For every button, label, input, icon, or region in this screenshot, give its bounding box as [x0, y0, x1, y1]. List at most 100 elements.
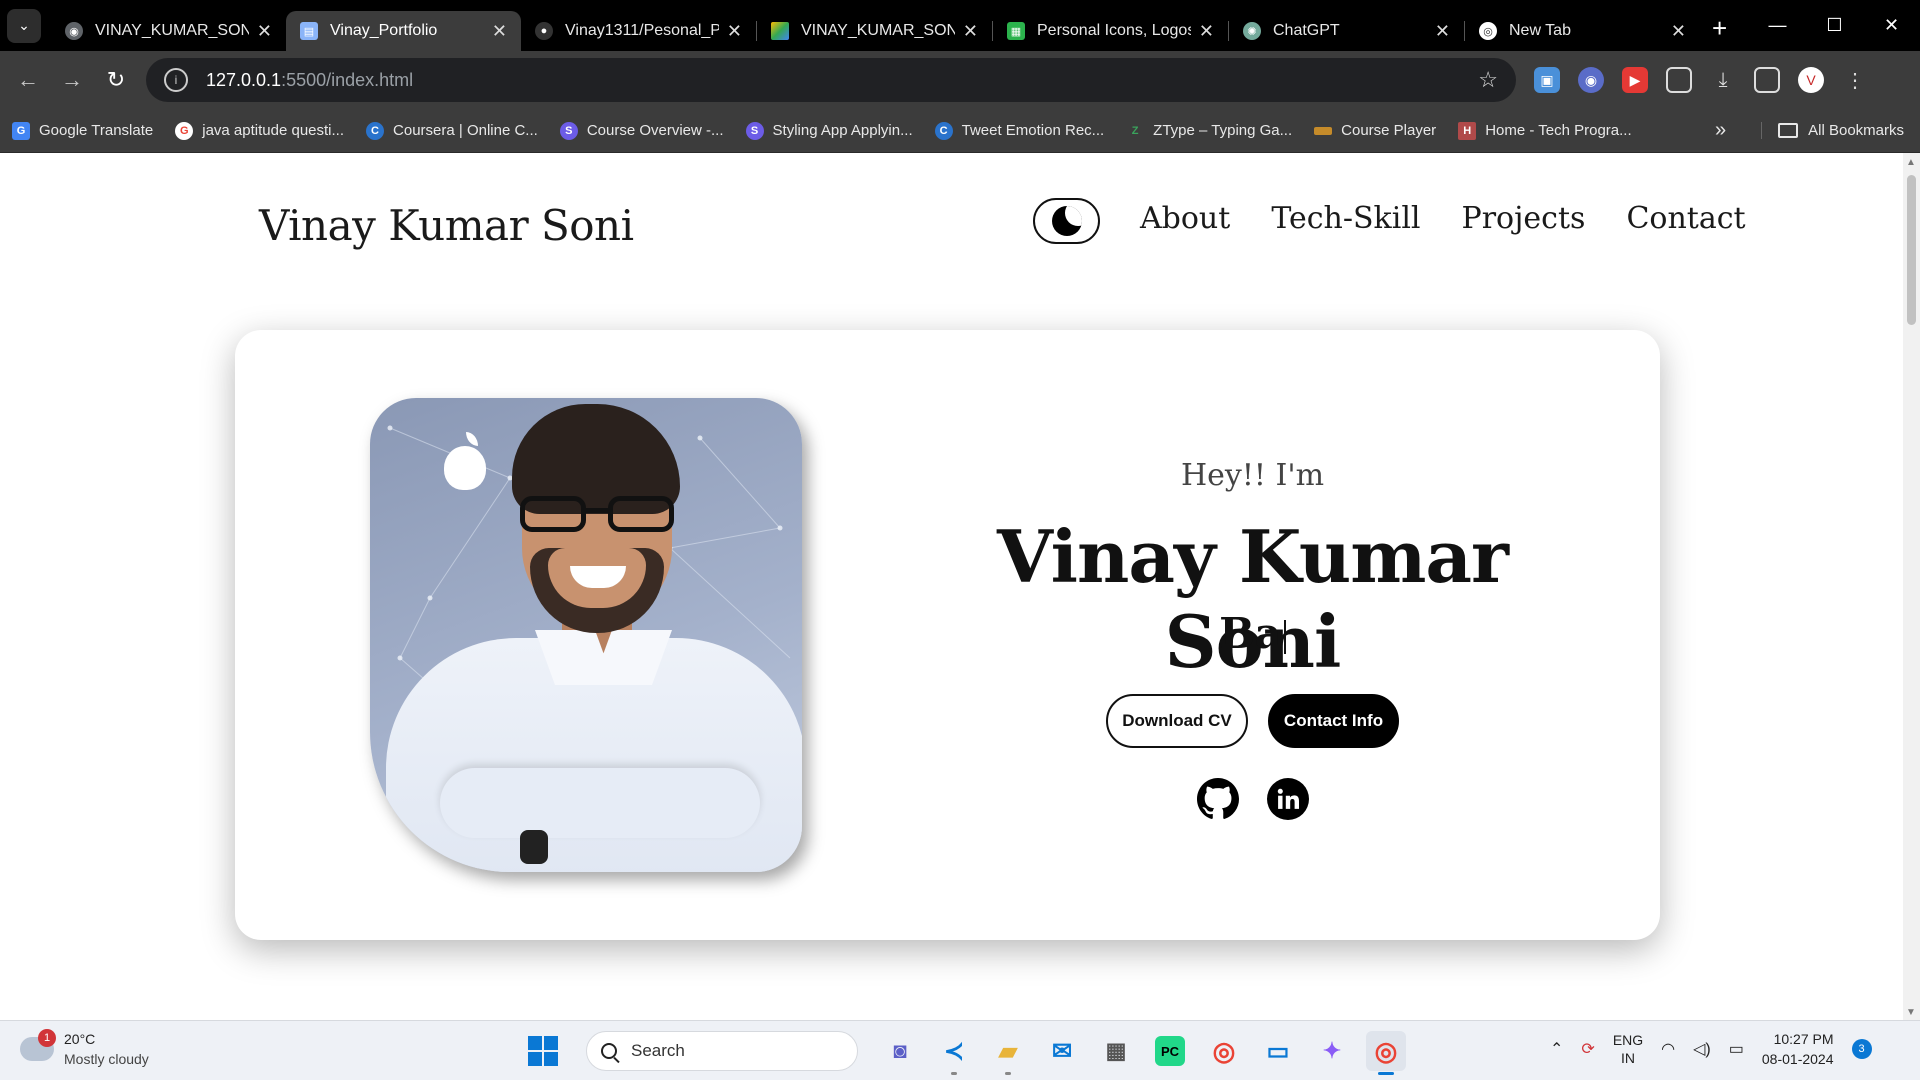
nav-link-projects[interactable]: Projects: [1462, 201, 1586, 236]
tab-search-button[interactable]: ⌄: [7, 8, 41, 43]
sync-icon[interactable]: ⟳: [1581, 1039, 1594, 1059]
chevron-down-icon: ⌄: [18, 17, 30, 33]
site-header: Vinay Kumar Soni About Tech-Skill Projec…: [0, 153, 1903, 293]
apple-logo-icon: [444, 446, 486, 490]
reload-button[interactable]: ↻: [94, 58, 138, 102]
tab-new-tab[interactable]: ◎ New Tab ✕: [1465, 11, 1700, 51]
volume-icon[interactable]: ◁): [1693, 1039, 1711, 1059]
taskbar-clock[interactable]: 10:27 PM 08-01-2024: [1762, 1029, 1834, 1069]
page-icon: ▤: [300, 22, 318, 40]
windows-start-icon[interactable]: [528, 1036, 558, 1066]
battery-icon[interactable]: ▭: [1729, 1039, 1744, 1059]
bookmark-tweet-emotion[interactable]: C Tweet Emotion Rec...: [934, 121, 1105, 140]
chevron-up-icon[interactable]: ⌃: [1550, 1039, 1563, 1059]
calculator-icon[interactable]: ▦: [1096, 1031, 1136, 1071]
bookmark-ztype[interactable]: Z ZType – Typing Ga...: [1126, 122, 1292, 140]
close-icon[interactable]: ✕: [492, 21, 507, 42]
bookmark-course-player[interactable]: Course Player: [1314, 122, 1436, 139]
side-panel-icon[interactable]: [1754, 67, 1780, 93]
bookmark-java-aptitude[interactable]: Gjava aptitude questi...: [175, 121, 344, 140]
scroll-up-icon[interactable]: ▲: [1906, 157, 1916, 168]
video-extension-icon[interactable]: ▶: [1622, 67, 1648, 93]
copilot-icon[interactable]: ✦: [1312, 1031, 1352, 1071]
remote-desktop-icon[interactable]: ▭: [1258, 1031, 1298, 1071]
download-cv-button[interactable]: Download CV: [1106, 694, 1248, 748]
site-logo[interactable]: Vinay Kumar Soni: [259, 201, 634, 250]
close-icon[interactable]: ✕: [963, 21, 978, 42]
weather-widget[interactable]: 1 20°C Mostly cloudy: [20, 1029, 149, 1069]
bookmarks-overflow-icon[interactable]: »: [1715, 119, 1726, 142]
reload-icon: ↻: [106, 67, 126, 92]
minimize-button[interactable]: —: [1749, 0, 1806, 51]
tab-github[interactable]: ● Vinay1311/Pesonal_P ✕: [521, 11, 756, 51]
bookmark-star-icon[interactable]: ☆: [1478, 67, 1498, 93]
nav-link-about[interactable]: About: [1140, 201, 1230, 236]
bookmark-tech-programs[interactable]: H Home - Tech Progra...: [1458, 121, 1632, 140]
bookmark-label: Tweet Emotion Rec...: [961, 122, 1105, 139]
chrome-icon: ◎: [1479, 22, 1497, 40]
bookmark-google-translate[interactable]: G Google Translate: [12, 121, 153, 140]
minimize-icon: —: [1768, 15, 1787, 35]
scroll-down-icon[interactable]: ▼: [1906, 1007, 1916, 1018]
profile-avatar[interactable]: V: [1798, 67, 1824, 93]
page-scrollbar[interactable]: ▲ ▼: [1903, 153, 1920, 1020]
close-icon[interactable]: ✕: [727, 21, 742, 42]
system-tray: ⌃ ⟳ ENG IN ◠ ◁) ▭ 10:27 PM 08-01-2024 3: [1550, 1029, 1872, 1069]
browser-extension-icon[interactable]: ◉: [1578, 67, 1604, 93]
theme-toggle-button[interactable]: [1033, 198, 1100, 244]
vscode-icon[interactable]: ≺: [934, 1031, 974, 1075]
tab-vinay-kumar-son-2[interactable]: VINAY_KUMAR_SON ✕: [757, 11, 992, 51]
plus-icon: +: [1712, 13, 1728, 43]
back-button[interactable]: ←: [6, 58, 50, 102]
github-icon[interactable]: [1196, 778, 1239, 820]
forward-button[interactable]: →: [50, 58, 94, 102]
cloud-icon: 1: [20, 1029, 56, 1061]
wifi-icon[interactable]: ◠: [1661, 1039, 1675, 1059]
close-window-button[interactable]: ✕: [1863, 0, 1920, 51]
coursera-icon: C: [366, 121, 385, 140]
close-icon[interactable]: ✕: [257, 21, 272, 42]
contact-info-button[interactable]: Contact Info: [1268, 694, 1399, 748]
tab-vinay-portfolio[interactable]: ▤ Vinay_Portfolio ✕: [286, 11, 521, 51]
puzzle-icon[interactable]: [1666, 67, 1692, 93]
close-icon: ✕: [1883, 15, 1900, 35]
close-icon[interactable]: ✕: [1199, 21, 1214, 42]
bookmark-coursera[interactable]: C Coursera | Online C...: [366, 121, 538, 140]
file-explorer-icon[interactable]: ▰: [988, 1031, 1028, 1075]
mail-icon[interactable]: ✉: [1042, 1031, 1082, 1071]
tab-strip: ⌄ ◉ VINAY_KUMAR_SON ✕ ▤ Vinay_Portfolio …: [0, 0, 1920, 51]
language-indicator[interactable]: ENG IN: [1613, 1031, 1643, 1067]
bookmark-styling-app[interactable]: S Styling App Applyin...: [745, 121, 913, 140]
github-icon: ●: [535, 22, 553, 40]
close-icon[interactable]: ✕: [1435, 21, 1450, 42]
bookmarks-bar: G Google Translate Gjava aptitude questi.…: [0, 109, 1920, 153]
nav-link-tech-skill[interactable]: Tech-Skill: [1271, 201, 1420, 236]
download-icon[interactable]: ⤓: [1710, 67, 1736, 93]
close-icon[interactable]: ✕: [1671, 21, 1686, 42]
new-tab-button[interactable]: +: [1712, 13, 1727, 44]
all-bookmarks-button[interactable]: All Bookmarks: [1761, 122, 1904, 139]
screen-capture-extension-icon[interactable]: ▣: [1534, 67, 1560, 93]
chrome-app-icon[interactable]: ◎: [1204, 1031, 1244, 1071]
notification-badge[interactable]: 3: [1851, 1039, 1872, 1059]
course-icon: S: [559, 121, 578, 140]
address-bar[interactable]: i 127.0.0.1:5500/index.html ☆: [146, 58, 1516, 102]
scrollbar-thumb[interactable]: [1907, 175, 1916, 325]
linkedin-icon[interactable]: [1266, 778, 1309, 820]
tab-vinay-kumar-son-1[interactable]: ◉ VINAY_KUMAR_SON ✕: [51, 11, 286, 51]
nav-link-contact[interactable]: Contact: [1626, 201, 1745, 236]
taskbar-search[interactable]: Search: [586, 1031, 858, 1071]
tab-chatgpt[interactable]: ✺ ChatGPT ✕: [1229, 11, 1464, 51]
meet-app-icon[interactable]: ◙: [880, 1031, 920, 1071]
tab-personal-icons[interactable]: ▦ Personal Icons, Logos ✕: [993, 11, 1228, 51]
site-info-icon[interactable]: i: [164, 68, 188, 92]
pycharm-icon[interactable]: PC: [1155, 1036, 1185, 1066]
arrow-right-icon: →: [61, 67, 83, 92]
bookmark-course-overview[interactable]: S Course Overview -...: [559, 121, 724, 140]
menu-icon[interactable]: ⋮: [1842, 67, 1868, 93]
typed-text: Ba: [1219, 609, 1282, 658]
maximize-icon: ☐: [1826, 15, 1843, 35]
maximize-button[interactable]: ☐: [1806, 0, 1863, 51]
chrome-active-app-icon[interactable]: ◎: [1366, 1031, 1406, 1075]
browser-toolbar: ← → ↻ i 127.0.0.1:5500/index.html ☆ ▣ ◉ …: [0, 51, 1920, 109]
